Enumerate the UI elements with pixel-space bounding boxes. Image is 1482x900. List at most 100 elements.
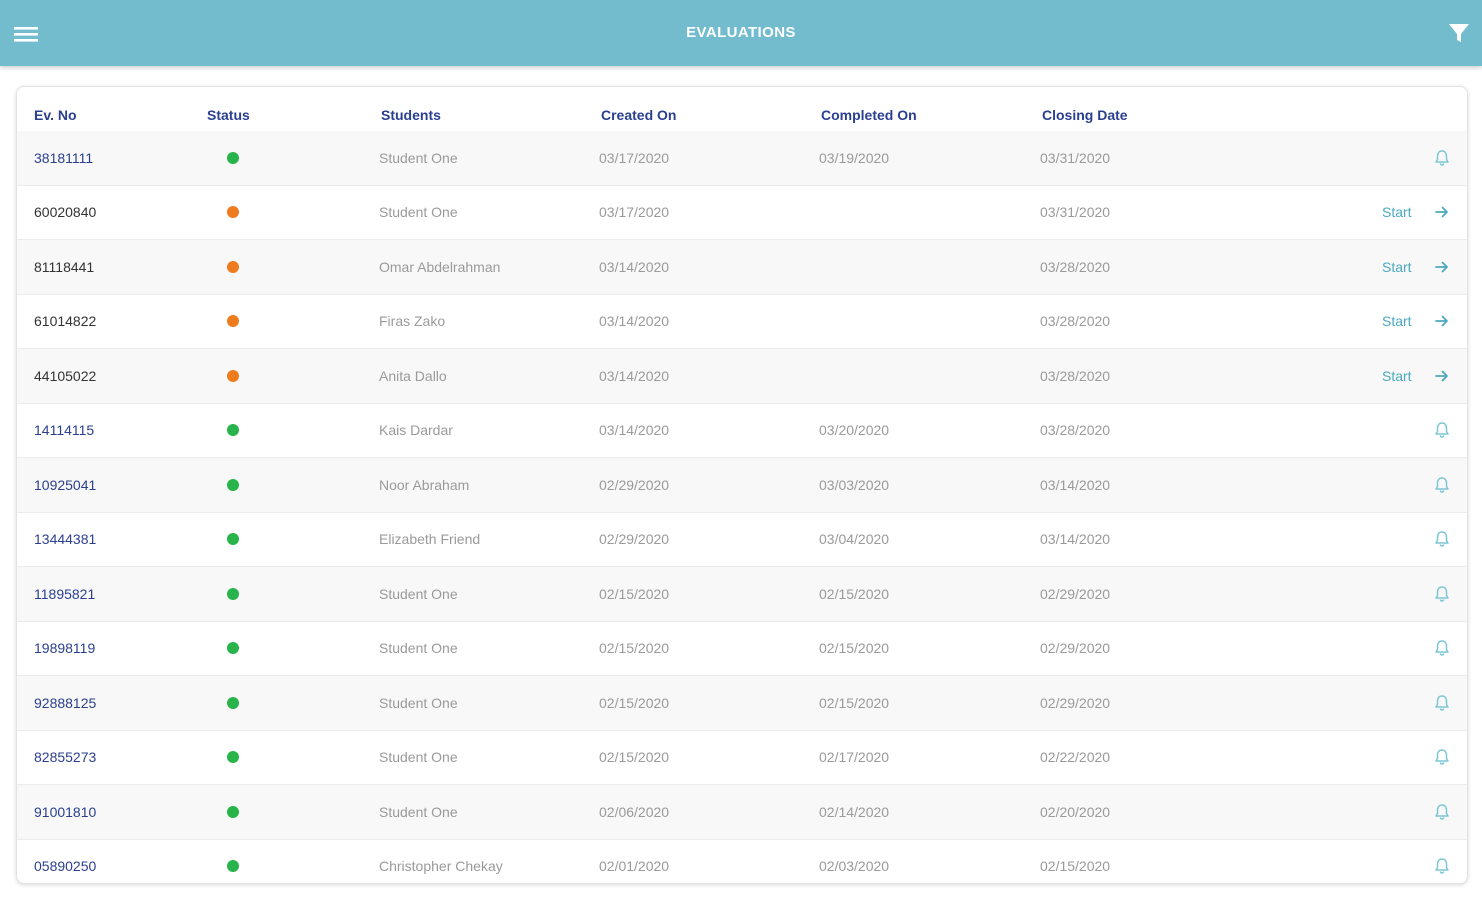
page-title: EVALUATIONS: [686, 24, 796, 41]
status-dot: [227, 642, 239, 655]
closing-date: 02/15/2020: [1040, 858, 1111, 875]
status-dot: [227, 151, 239, 164]
created-on-date: 03/17/2020: [599, 204, 670, 221]
completed-on-date: 02/15/2020: [819, 585, 890, 602]
student-name: Kais Dardar: [379, 422, 453, 439]
status-dot: [227, 260, 239, 273]
evaluation-number[interactable]: 05890250: [34, 858, 96, 874]
header-students[interactable]: Students: [381, 107, 441, 123]
completed-on-date: 02/03/2020: [819, 858, 890, 875]
start-button[interactable]: Start: [1382, 368, 1412, 384]
completed-on-date: 03/04/2020: [819, 531, 890, 548]
status-dot: [227, 315, 239, 328]
bell-icon[interactable]: [1432, 475, 1452, 495]
bell-icon[interactable]: [1432, 802, 1452, 822]
arrow-right-icon[interactable]: [1433, 312, 1451, 330]
student-name: Anita Dallo: [379, 367, 447, 384]
closing-date: 02/29/2020: [1040, 585, 1111, 602]
start-button[interactable]: Start: [1382, 204, 1412, 220]
table-row[interactable]: 61014822 Firas Zako 03/14/2020 03/28/2020 St…: [17, 295, 1467, 349]
app-bar: EVALUATIONS: [0, 0, 1482, 66]
header-ev-no[interactable]: Ev. No: [34, 107, 77, 123]
table-header: Ev. No Status Students Created On Comple…: [17, 101, 1467, 131]
bell-icon[interactable]: [1432, 747, 1452, 767]
table-row[interactable]: 81118441 Omar Abdelrahman 03/14/2020 03/28/…: [17, 240, 1467, 295]
created-on-date: 02/15/2020: [599, 749, 670, 766]
header-completed-on[interactable]: Completed On: [821, 107, 917, 123]
bell-icon[interactable]: [1432, 693, 1452, 713]
bell-icon[interactable]: [1432, 148, 1452, 168]
bell-icon[interactable]: [1432, 529, 1452, 549]
evaluations-table: Ev. No Status Students Created On Comple…: [16, 86, 1468, 884]
arrow-right-icon[interactable]: [1433, 258, 1451, 276]
closing-date: 02/22/2020: [1040, 749, 1111, 766]
table-row[interactable]: 91001810 Student One 02/06/2020 02/14/2020 0…: [17, 785, 1467, 840]
completed-on-date: 03/19/2020: [819, 149, 890, 166]
table-row[interactable]: 10925041 Noor Abraham 02/29/2020 03/03/2020…: [17, 458, 1467, 513]
student-name: Christopher Chekay: [379, 858, 503, 875]
evaluation-number[interactable]: 61014822: [34, 313, 96, 329]
completed-on-date: 03/03/2020: [819, 476, 890, 493]
student-name: Elizabeth Friend: [379, 531, 481, 548]
start-button[interactable]: Start: [1382, 313, 1412, 329]
evaluation-number[interactable]: 14114115: [34, 422, 94, 438]
table-row[interactable]: 11895821 Student One 02/15/2020 02/15/2020 0…: [17, 567, 1467, 622]
table-row[interactable]: 14114115 Kais Dardar 03/14/2020 03/20/2020 0…: [17, 404, 1467, 458]
student-name: Noor Abraham: [379, 476, 470, 493]
student-name: Firas Zako: [379, 313, 446, 330]
closing-date: 03/28/2020: [1040, 422, 1111, 439]
table-row[interactable]: 44105022 Anita Dallo 03/14/2020 03/28/2020 S…: [17, 349, 1467, 404]
created-on-date: 02/15/2020: [599, 694, 670, 711]
evaluation-number[interactable]: 11895821: [34, 586, 95, 602]
evaluation-number[interactable]: 60020840: [34, 204, 96, 220]
evaluation-number[interactable]: 44105022: [34, 368, 96, 384]
closing-date: 03/31/2020: [1040, 149, 1111, 166]
evaluation-number[interactable]: 38181111: [34, 150, 93, 166]
arrow-right-icon[interactable]: [1433, 203, 1451, 221]
completed-on-date: 02/15/2020: [819, 694, 890, 711]
start-button[interactable]: Start: [1382, 259, 1412, 275]
created-on-date: 02/06/2020: [599, 803, 670, 820]
closing-date: 03/28/2020: [1040, 313, 1111, 330]
table-row[interactable]: 19898119 Student One 02/15/2020 02/15/2020 0…: [17, 622, 1467, 676]
evaluation-number[interactable]: 92888125: [34, 695, 96, 711]
status-dot: [227, 478, 239, 491]
table-row[interactable]: 38181111 Student One 03/17/2020 03/19/2020 0…: [17, 131, 1467, 186]
table-row[interactable]: 05890250 Christopher Chekay 02/01/2020 02/0…: [17, 840, 1467, 884]
bell-icon[interactable]: [1432, 638, 1452, 658]
filter-icon[interactable]: [1446, 20, 1472, 46]
evaluation-number[interactable]: 82855273: [34, 749, 96, 765]
bell-icon[interactable]: [1432, 856, 1452, 876]
status-dot: [227, 533, 239, 546]
table-body: 38181111 Student One 03/17/2020 03/19/2020 0…: [17, 131, 1467, 884]
table-row[interactable]: 82855273 Student One 02/15/2020 02/17/2020 0…: [17, 731, 1467, 785]
created-on-date: 03/14/2020: [599, 367, 670, 384]
bell-icon[interactable]: [1432, 584, 1452, 604]
bell-icon[interactable]: [1432, 420, 1452, 440]
arrow-right-icon[interactable]: [1433, 367, 1451, 385]
header-status[interactable]: Status: [207, 107, 250, 123]
status-dot: [227, 751, 239, 764]
status-dot: [227, 696, 239, 709]
closing-date: 03/28/2020: [1040, 367, 1111, 384]
student-name: Student One: [379, 803, 458, 820]
created-on-date: 03/17/2020: [599, 149, 670, 166]
evaluation-number[interactable]: 81118441: [34, 259, 94, 275]
evaluation-number[interactable]: 13444381: [34, 531, 96, 547]
evaluation-number[interactable]: 10925041: [34, 477, 96, 493]
status-dot: [227, 206, 239, 219]
evaluation-number[interactable]: 19898119: [34, 640, 95, 656]
closing-date: 02/29/2020: [1040, 640, 1111, 657]
status-dot: [227, 369, 239, 382]
table-row[interactable]: 60020840 Student One 03/17/2020 03/31/2020 S…: [17, 186, 1467, 240]
student-name: Student One: [379, 749, 458, 766]
created-on-date: 03/14/2020: [599, 313, 670, 330]
header-closing-date[interactable]: Closing Date: [1042, 107, 1128, 123]
header-created-on[interactable]: Created On: [601, 107, 676, 123]
status-dot: [227, 587, 239, 600]
evaluation-number[interactable]: 91001810: [34, 804, 96, 820]
created-on-date: 02/29/2020: [599, 531, 670, 548]
closing-date: 03/14/2020: [1040, 531, 1111, 548]
table-row[interactable]: 13444381 Elizabeth Friend 02/29/2020 03/04/…: [17, 513, 1467, 567]
table-row[interactable]: 92888125 Student One 02/15/2020 02/15/2020 0…: [17, 676, 1467, 731]
